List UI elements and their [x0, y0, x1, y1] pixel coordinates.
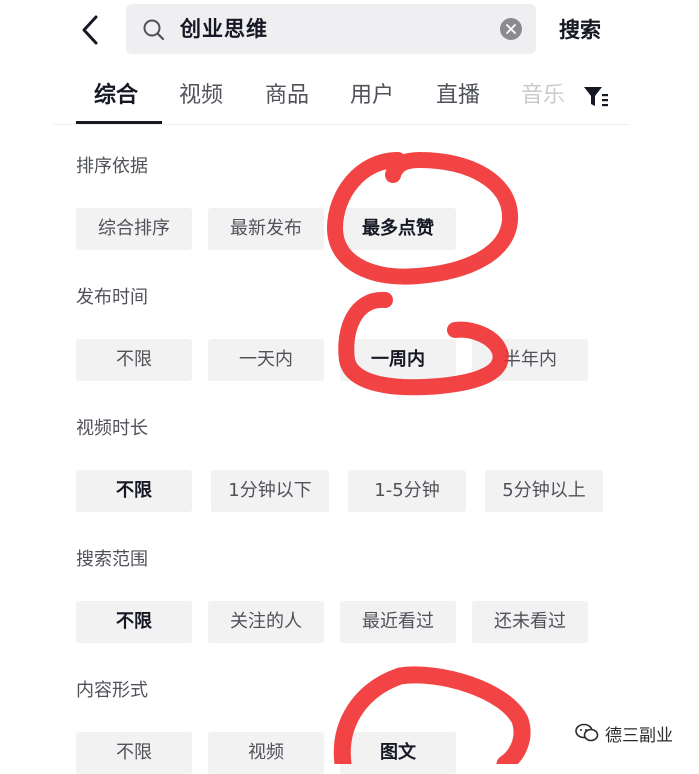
- sort-option-latest[interactable]: 最新发布: [208, 208, 324, 250]
- sort-section-label: 排序依据: [76, 156, 148, 177]
- watermark-text: 德三副业: [605, 725, 673, 746]
- back-arrow-icon: [82, 15, 98, 45]
- publish-time-section-label: 发布时间: [76, 287, 148, 308]
- duration-section-label: 视频时长: [76, 418, 148, 439]
- search-query-text: 创业思维: [180, 17, 268, 41]
- tab-video[interactable]: 视频: [179, 76, 223, 116]
- sort-option-comprehensive[interactable]: 综合排序: [76, 208, 192, 250]
- content-type-section-label: 内容形式: [76, 680, 148, 701]
- search-input[interactable]: 创业思维: [126, 4, 536, 54]
- time-option-one-week[interactable]: 一周内: [340, 339, 456, 381]
- duration-option-over-5min[interactable]: 5分钟以上: [485, 470, 603, 512]
- scope-section-label: 搜索范围: [76, 549, 148, 570]
- sort-option-most-likes[interactable]: 最多点赞: [340, 208, 456, 250]
- back-button[interactable]: [72, 10, 108, 50]
- tab-products[interactable]: 商品: [265, 76, 309, 116]
- tab-comprehensive[interactable]: 综合: [94, 76, 138, 116]
- search-button[interactable]: 搜索: [559, 10, 601, 50]
- duration-option-under-1min[interactable]: 1分钟以下: [211, 470, 329, 512]
- content-option-image-text[interactable]: 图文: [340, 732, 456, 774]
- time-option-any[interactable]: 不限: [76, 339, 192, 381]
- active-tab-indicator: [76, 121, 162, 124]
- duration-option-1-5min[interactable]: 1-5分钟: [348, 470, 466, 512]
- tab-users[interactable]: 用户: [350, 76, 394, 116]
- scope-option-not-viewed[interactable]: 还未看过: [472, 601, 588, 643]
- search-icon: [143, 19, 165, 41]
- wechat-icon: [575, 723, 599, 742]
- tab-live[interactable]: 直播: [436, 76, 480, 116]
- duration-option-any[interactable]: 不限: [76, 470, 192, 512]
- scope-option-following[interactable]: 关注的人: [208, 601, 324, 643]
- tab-music[interactable]: 音乐: [521, 76, 565, 116]
- scope-option-recently-viewed[interactable]: 最近看过: [340, 601, 456, 643]
- clear-button[interactable]: [500, 18, 522, 40]
- content-option-video[interactable]: 视频: [208, 732, 324, 774]
- time-option-one-day[interactable]: 一天内: [208, 339, 324, 381]
- content-option-any[interactable]: 不限: [76, 732, 192, 774]
- clear-icon: [506, 24, 516, 34]
- tab-bar: 综合 视频 商品 用户 直播 音乐: [52, 76, 632, 125]
- watermark: 德三副业: [575, 718, 673, 748]
- filter-icon[interactable]: [582, 84, 610, 110]
- scope-option-any[interactable]: 不限: [76, 601, 192, 643]
- time-option-half-year[interactable]: 半年内: [472, 339, 588, 381]
